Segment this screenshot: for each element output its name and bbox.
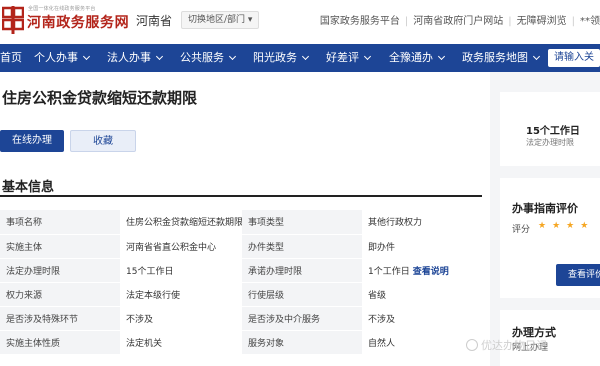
- table-key: 服务对象: [242, 330, 362, 355]
- nav-public-service[interactable]: 公共服务: [180, 44, 237, 72]
- table-value: 其他行政权力: [362, 210, 482, 235]
- nav-rating[interactable]: 好差评: [326, 44, 372, 72]
- time-limit-card: 15个工作日 法定办理时限: [500, 92, 600, 166]
- switch-region-button[interactable]: 切换地区/部门 ▾: [181, 11, 260, 29]
- table-value: 住房公积金贷款缩短还款期限: [120, 210, 242, 235]
- nav-cross-region[interactable]: 全豫通办: [389, 44, 446, 72]
- time-limit-value: 15个工作日: [526, 126, 580, 137]
- search-input[interactable]: 请输入关: [548, 49, 600, 67]
- table-value: 自然人: [362, 330, 482, 355]
- table-row: 事项名称 住房公积金贷款缩短还款期限 事项类型 其他行政权力: [0, 210, 482, 235]
- link-national-platform[interactable]: 国家政务服务平台: [320, 16, 400, 27]
- table-value: 15个工作日: [120, 258, 242, 283]
- table-key: 是否涉及中介服务: [242, 306, 362, 331]
- watermark: 优达办物日记: [466, 337, 547, 353]
- favorite-button[interactable]: 收藏: [70, 130, 136, 152]
- table-value: 不涉及: [362, 306, 482, 331]
- chevron-down-icon: [437, 52, 446, 61]
- nav-service-map-label: 政务服务地图: [462, 51, 528, 64]
- main-nav: 首页 个人办事 法人办事 公共服务 阳光政务 好差评 全豫通办 政务服务地图 请…: [0, 44, 600, 72]
- link-accessibility[interactable]: 无障碍浏览: [517, 16, 567, 27]
- score-label: 评分: [512, 225, 531, 235]
- watermark-logo-icon: [466, 339, 478, 351]
- star-rating-icon: ★★★★: [538, 221, 595, 231]
- page-title: 住房公积金贷款缩短还款期限: [2, 89, 198, 107]
- table-value: 河南省省直公积金中心: [120, 234, 242, 259]
- table-key: 实施主体: [0, 234, 120, 259]
- table-key: 实施主体性质: [0, 330, 120, 355]
- table-value-with-link: 1个工作日 查看说明: [362, 258, 482, 283]
- top-header: 全国一体化在线政务服务平台 河南政务服务网 河南省 切换地区/部门 ▾ 国家政务…: [0, 0, 600, 44]
- table-value: 省级: [362, 282, 482, 307]
- henan-logo-icon[interactable]: [2, 6, 24, 34]
- current-region: 河南省: [136, 14, 173, 28]
- chevron-down-icon: [82, 52, 91, 61]
- content-area: 住房公积金贷款缩短还款期限 在线办理 收藏 基本信息 事项名称 住房公积金贷款缩…: [0, 72, 600, 366]
- table-key: 权力来源: [0, 282, 120, 307]
- user-name[interactable]: **领: [580, 16, 600, 27]
- section-divider: [0, 195, 482, 197]
- table-key: 行使层级: [242, 282, 362, 307]
- divider: |: [404, 16, 409, 27]
- nav-service-map[interactable]: 政务服务地图: [462, 44, 541, 72]
- online-handle-button[interactable]: 在线办理: [0, 130, 64, 152]
- view-explanation-link[interactable]: 查看说明: [413, 267, 449, 277]
- guide-rating-title: 办事指南评价: [512, 202, 578, 215]
- table-value: 法定机关: [120, 330, 242, 355]
- chevron-down-icon: [363, 52, 372, 61]
- service-detail-panel: 住房公积金贷款缩短还款期限 在线办理 收藏 基本信息 事项名称 住房公积金贷款缩…: [0, 72, 490, 366]
- nav-open-government[interactable]: 阳光政务: [253, 44, 310, 72]
- watermark-text: 优达办物日记: [481, 339, 547, 352]
- time-limit-label: 法定办理时限: [526, 138, 574, 147]
- nav-public-service-label: 公共服务: [180, 51, 224, 64]
- link-provincial-portal[interactable]: 河南省政府门户网站: [413, 16, 503, 27]
- logo-title[interactable]: 河南政务服务网: [27, 12, 129, 32]
- chevron-down-icon: [155, 52, 164, 61]
- table-key: 事项类型: [242, 210, 362, 235]
- table-key: 是否涉及特殊环节: [0, 306, 120, 331]
- logo-subtitle: 全国一体化在线政务服务平台: [28, 6, 96, 12]
- table-row: 实施主体性质 法定机关 服务对象 自然人: [0, 330, 482, 355]
- section-title-basic-info: 基本信息: [2, 180, 55, 195]
- basic-info-table: 事项名称 住房公积金贷款缩短还款期限 事项类型 其他行政权力 实施主体 河南省省…: [0, 210, 482, 355]
- table-row: 是否涉及特殊环节 不涉及 是否涉及中介服务 不涉及: [0, 306, 482, 331]
- nav-personal-label: 个人办事: [34, 51, 78, 64]
- nav-cross-region-label: 全豫通办: [389, 51, 433, 64]
- table-row: 权力来源 法定本级行使 行使层级 省级: [0, 282, 482, 307]
- table-value: 即办件: [362, 234, 482, 259]
- nav-home-label: 首页: [0, 51, 22, 64]
- table-key: 法定办理时限: [0, 258, 120, 283]
- chevron-down-icon: [532, 52, 541, 61]
- nav-corporate[interactable]: 法人办事: [107, 44, 164, 72]
- table-key: 办件类型: [242, 234, 362, 259]
- nav-corporate-label: 法人办事: [107, 51, 151, 64]
- table-row: 法定办理时限 15个工作日 承诺办理时限 1个工作日 查看说明: [0, 258, 482, 283]
- top-links: 国家政务服务平台 | 河南省政府门户网站 | 无障碍浏览 | **领: [320, 12, 600, 27]
- table-key: 承诺办理时限: [242, 258, 362, 283]
- nav-home[interactable]: 首页: [0, 44, 22, 72]
- nav-open-government-label: 阳光政务: [253, 51, 297, 64]
- nav-personal[interactable]: 个人办事: [34, 44, 91, 72]
- view-rating-button[interactable]: 查看评价: [556, 264, 600, 286]
- guide-rating-card: 办事指南评价 评分 ★★★★ 查看评价: [500, 178, 600, 298]
- table-key: 事项名称: [0, 210, 120, 235]
- divider: |: [508, 16, 512, 27]
- table-row: 实施主体 河南省省直公积金中心 办件类型 即办件: [0, 234, 482, 259]
- table-value: 法定本级行使: [120, 282, 242, 307]
- chevron-down-icon: [228, 52, 237, 61]
- chevron-down-icon: [301, 52, 310, 61]
- table-value: 1个工作日: [368, 266, 410, 277]
- table-value: 不涉及: [120, 306, 242, 331]
- nav-rating-label: 好差评: [326, 51, 359, 64]
- divider: |: [571, 16, 575, 27]
